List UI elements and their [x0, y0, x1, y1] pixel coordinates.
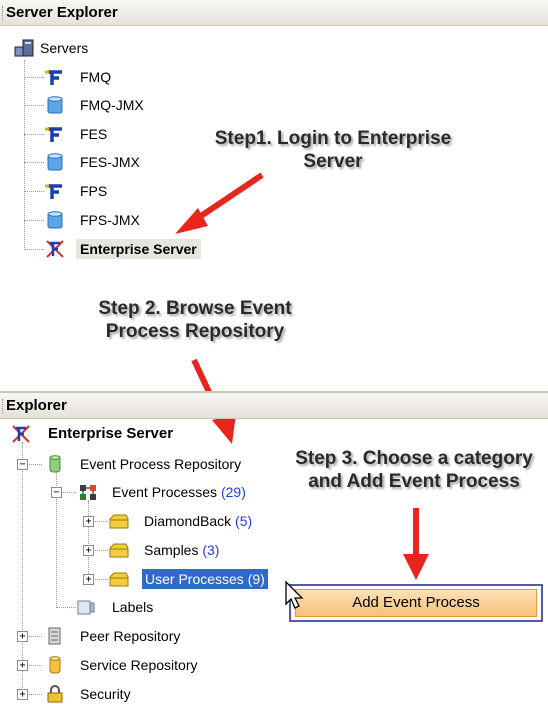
- add-event-process-menu-item[interactable]: Add Event Process: [295, 589, 537, 617]
- context-menu: Add Event Process: [289, 584, 543, 622]
- mouse-pointer-icon: [285, 580, 304, 609]
- add-event-process-label: Add Event Process: [352, 594, 480, 611]
